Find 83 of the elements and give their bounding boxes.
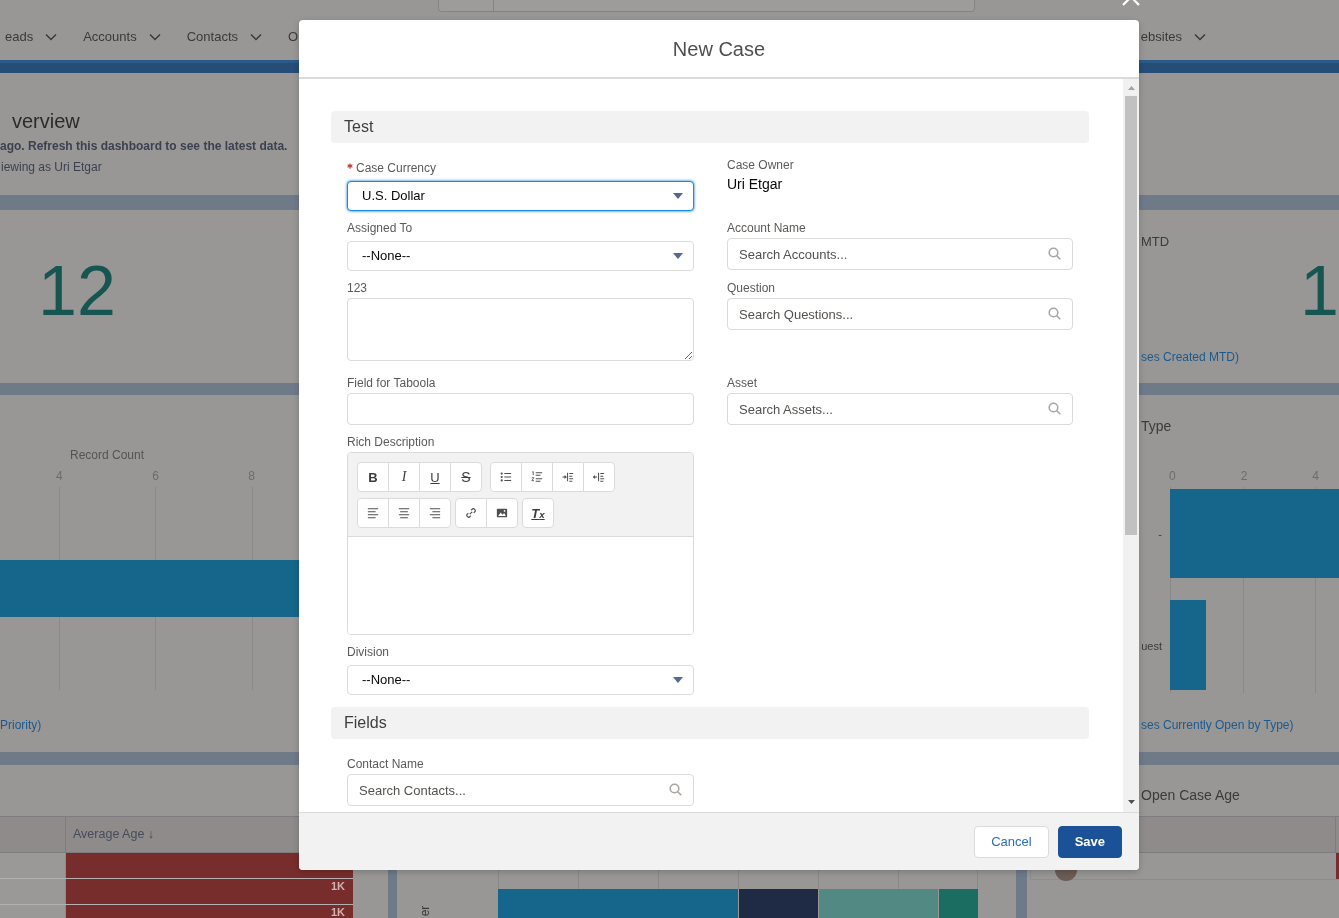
- cancel-button[interactable]: Cancel: [974, 825, 1049, 858]
- chevron-down-icon: [148, 32, 161, 41]
- caret-down-icon: [673, 677, 683, 683]
- card-title: MTD: [1141, 234, 1170, 250]
- lookup-field[interactable]: Search Questions...: [727, 298, 1073, 330]
- category-label: uest: [1141, 639, 1162, 653]
- chevron-down-icon: [250, 32, 262, 41]
- chevron-down-icon: [1194, 32, 1206, 41]
- underline-button[interactable]: U: [419, 462, 451, 492]
- search-icon: [1048, 307, 1061, 320]
- scrollbar-thumb[interactable]: [1125, 96, 1137, 535]
- align-left-button[interactable]: [357, 498, 389, 528]
- scroll-down-icon[interactable]: [1127, 800, 1135, 804]
- link-icon: [465, 507, 477, 519]
- field-label: 123: [347, 280, 368, 297]
- lookup-field[interactable]: Search Accounts...: [727, 238, 1073, 270]
- caret-down-icon: [673, 253, 683, 259]
- field-label: Contact Name: [347, 756, 424, 773]
- strikethrough-button[interactable]: S: [450, 462, 482, 492]
- nav-tab[interactable]: Contacts: [186, 26, 262, 47]
- nav-tab[interactable]: eads: [5, 26, 58, 47]
- field-value: Uri Etgar: [727, 175, 783, 194]
- field-label: Rich Description: [347, 434, 435, 451]
- axis-label: er: [418, 905, 433, 917]
- scroll-up-icon[interactable]: [1127, 86, 1135, 90]
- lookup-field[interactable]: Search Contacts...: [347, 774, 694, 806]
- field-label: Case Owner: [727, 157, 794, 174]
- table-cell: 1K: [66, 905, 353, 918]
- nav-tab[interactable]: O: [288, 26, 299, 47]
- lookup-field[interactable]: Search Assets...: [727, 393, 1073, 425]
- caret-down-icon: [673, 193, 683, 199]
- field-label: Field for Taboola: [347, 375, 436, 392]
- picklist-field[interactable]: --None--: [347, 241, 694, 271]
- bold-button[interactable]: B: [357, 462, 389, 492]
- viewing-as-text: iewing as Uri Etgar: [1, 159, 102, 175]
- axis-title: Record Count: [70, 447, 145, 463]
- field-label: Question: [727, 280, 776, 297]
- modal-title: New Case: [672, 36, 766, 61]
- table-cell: 1K: [66, 879, 353, 904]
- align-right-icon: [429, 507, 441, 519]
- chevron-down-icon: [45, 32, 58, 41]
- picklist-field[interactable]: --None--: [347, 665, 694, 695]
- metric-value: 12: [38, 256, 116, 326]
- nav-tab[interactable]: Accounts: [83, 26, 161, 47]
- category-label: -: [1158, 527, 1162, 541]
- numbered-list-icon: [531, 471, 543, 483]
- search-field[interactable]: [438, 0, 975, 12]
- align-center-button[interactable]: [388, 498, 420, 528]
- textarea-field[interactable]: [347, 298, 694, 361]
- close-icon[interactable]: [1122, 0, 1140, 6]
- align-left-icon: [367, 507, 379, 519]
- field-label: Division: [347, 644, 389, 661]
- image-icon: [496, 507, 508, 519]
- field-label: Account Name: [727, 220, 806, 237]
- picklist-field[interactable]: U.S. Dollar: [347, 181, 694, 211]
- refresh-note: ago. Refresh this dashboard to see the latest data.: [0, 138, 288, 154]
- indent-icon: [562, 471, 574, 483]
- image-button[interactable]: [486, 498, 518, 528]
- align-right-button[interactable]: [419, 498, 451, 528]
- outdent-button[interactable]: [583, 462, 615, 492]
- indent-button[interactable]: [552, 462, 584, 492]
- dashboard-title: verview: [12, 109, 80, 133]
- save-button[interactable]: Save: [1057, 825, 1122, 858]
- section-header: Test: [331, 111, 1089, 143]
- align-center-icon: [398, 507, 410, 519]
- search-icon: [1048, 247, 1061, 260]
- search-icon: [669, 783, 682, 796]
- field-label: Case Currency: [356, 160, 437, 177]
- field-label: Assigned To: [347, 220, 413, 237]
- card-title: Open Case Age: [1141, 786, 1240, 804]
- search-icon: [1048, 402, 1061, 415]
- numbered-list-button[interactable]: [521, 462, 553, 492]
- bulleted-list-icon: [500, 471, 512, 483]
- table-cell: [1336, 853, 1339, 879]
- field-label: Asset: [727, 375, 757, 392]
- section-header: Fields: [331, 707, 1089, 739]
- italic-button[interactable]: I: [388, 462, 420, 492]
- text-field[interactable]: [347, 393, 694, 425]
- bulleted-list-button[interactable]: [490, 462, 522, 492]
- outdent-icon: [593, 471, 605, 483]
- metric-value: 1: [1300, 256, 1339, 326]
- card-title: Type: [1141, 418, 1172, 434]
- nav-tab[interactable]: ebsites: [1140, 26, 1206, 47]
